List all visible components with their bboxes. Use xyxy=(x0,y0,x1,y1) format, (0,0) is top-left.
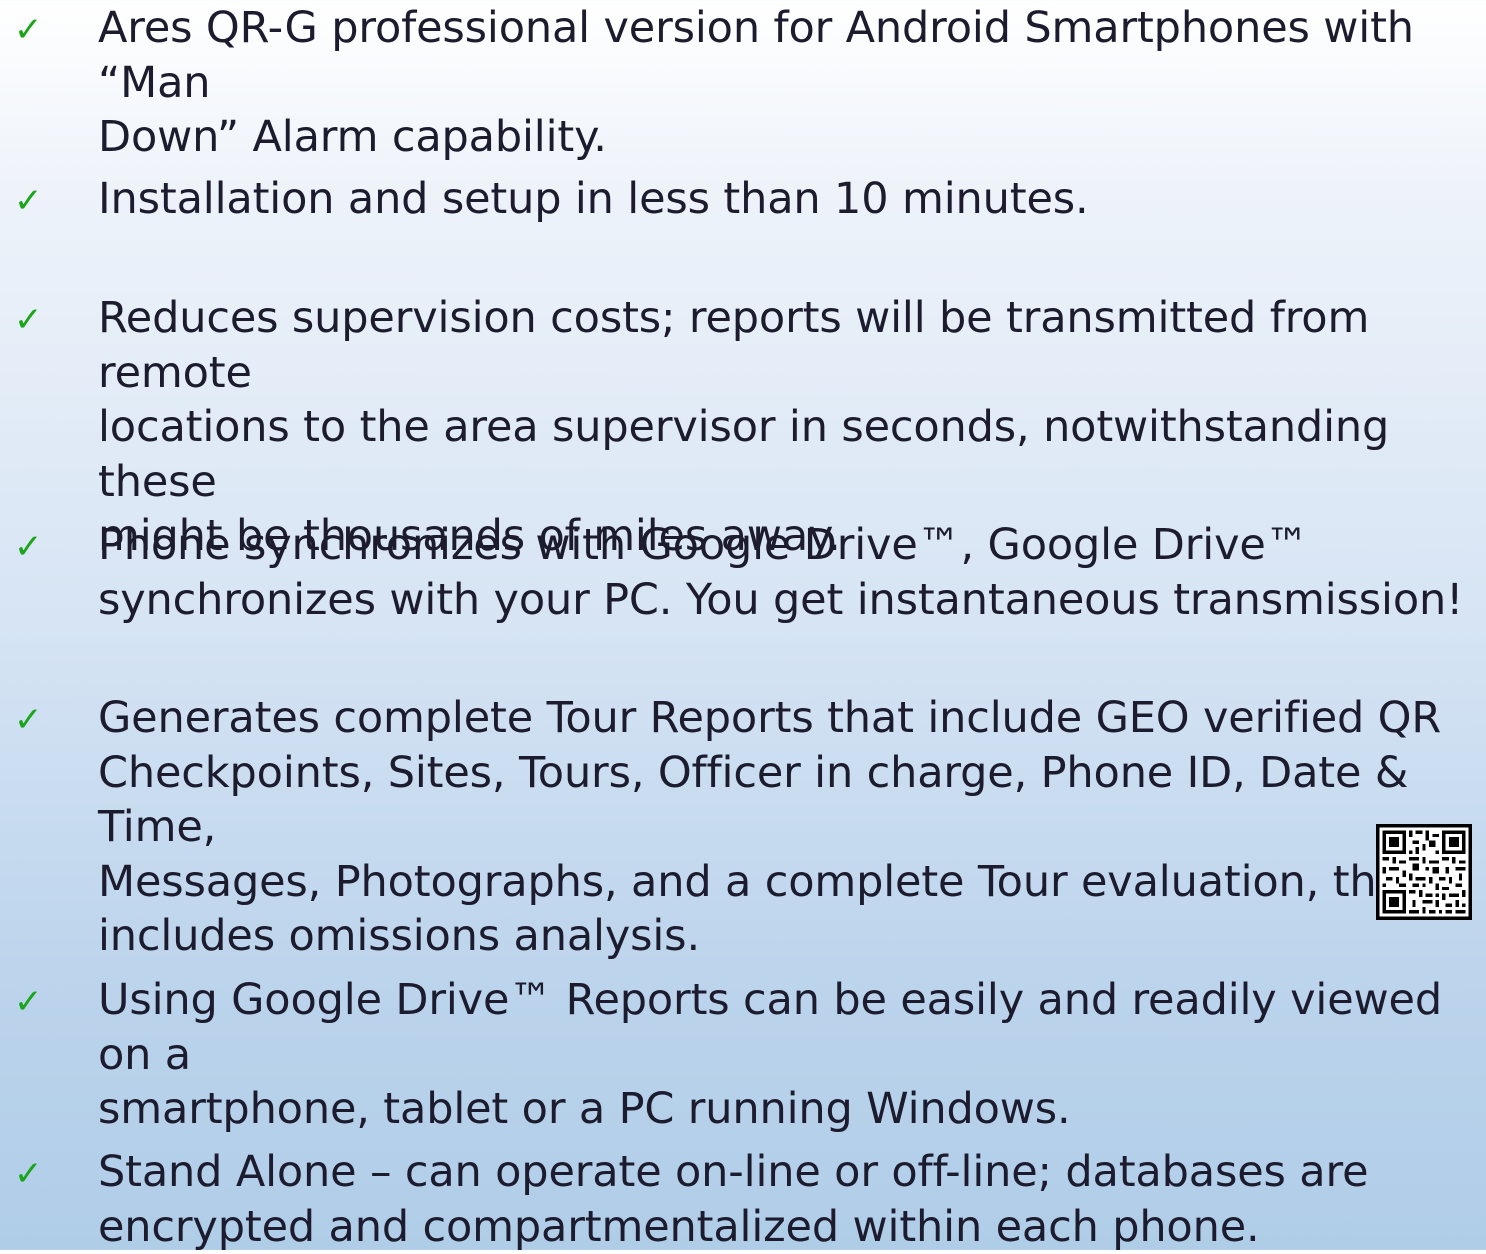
feature-text: Generates complete Tour Reports that inc… xyxy=(98,693,1442,961)
checkmark-icon: ✓ xyxy=(14,181,43,221)
checkmark-icon: ✓ xyxy=(14,1154,43,1194)
feature-text: Stand Alone – can operate on-line or off… xyxy=(98,1147,1369,1252)
feature-text: Phone synchronizes with Google Drive™, G… xyxy=(98,520,1464,625)
feature-list: ✓ Ares QR-G professional version for And… xyxy=(0,0,1486,1252)
feature-text: Ares QR-G professional version for Andro… xyxy=(98,3,1414,162)
qr-code-icon xyxy=(1376,824,1472,920)
checkmark-icon: ✓ xyxy=(14,982,43,1022)
feature-text: Installation and setup in less than 10 m… xyxy=(98,174,1089,224)
feature-text: Using Google Drive™ Reports can be easil… xyxy=(98,975,1442,1134)
checkmark-icon: ✓ xyxy=(14,700,43,740)
checkmark-icon: ✓ xyxy=(14,10,43,50)
checkmark-icon: ✓ xyxy=(14,527,43,567)
checkmark-icon: ✓ xyxy=(14,300,43,340)
